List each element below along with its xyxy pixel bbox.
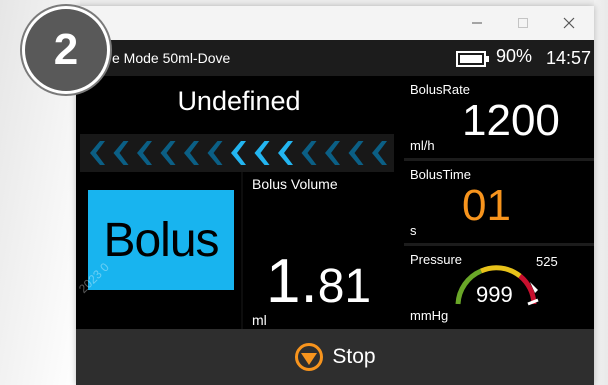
bolus-time-tile[interactable]: BolusTime 01 s — [404, 161, 594, 243]
action-bar: Stop — [76, 329, 594, 385]
maximize-button[interactable] — [500, 6, 546, 40]
flow-animation — [80, 134, 394, 172]
chevron-strip — [90, 141, 387, 165]
clock: 14:57 — [546, 48, 592, 68]
stop-icon — [295, 343, 324, 371]
bolus-volume-dec: 81 — [317, 260, 372, 313]
stop-label: Stop — [332, 345, 376, 368]
bolus-time-value: 01 — [462, 181, 511, 230]
chevron-left-icon — [231, 141, 246, 165]
chevron-left-icon — [301, 141, 317, 165]
bolus-label: Bolus — [103, 213, 219, 267]
chevron-left-icon — [325, 141, 340, 165]
bolus-rate-tile[interactable]: BolusRate 1200 ml/h — [404, 76, 594, 158]
chevron-left-icon — [207, 141, 223, 165]
bolus-time-title: BolusTime — [410, 167, 471, 182]
bolus-volume-title: Bolus Volume — [252, 176, 338, 192]
chevron-left-icon — [348, 141, 364, 165]
bolus-rate-unit: ml/h — [410, 138, 435, 153]
stop-button[interactable]: Stop — [274, 329, 395, 385]
chevron-left-icon — [137, 141, 152, 165]
bolus-volume-value: 1.81 — [266, 246, 371, 317]
chevron-left-icon — [254, 141, 270, 165]
pressure-max: 525 — [536, 254, 558, 269]
chevron-left-icon — [160, 141, 176, 165]
bolus-volume-int: 1. — [266, 247, 318, 316]
maximize-icon — [518, 18, 528, 28]
pressure-unit: mmHg — [410, 308, 449, 323]
bolus-rate-title: BolusRate — [410, 82, 470, 97]
parameter-tiles: BolusRate 1200 ml/h BolusTime 01 s Press… — [404, 76, 594, 329]
bolus-mode-box: Bolus — [88, 190, 234, 290]
bolus-rate-value: 1200 — [462, 96, 560, 145]
chevron-left-icon — [278, 141, 293, 165]
bolus-volume-unit: ml — [252, 312, 267, 328]
bolus-panel: Undefined Bolus Bolus Volume 1.81 ml 202… — [76, 76, 402, 329]
page-background-right — [594, 0, 608, 385]
title-bar — [76, 6, 594, 40]
chevron-left-icon — [113, 141, 129, 165]
mode-title: Undefined — [177, 86, 301, 116]
minimize-icon — [472, 22, 482, 24]
pressure-value: 999 — [476, 282, 513, 307]
battery-icon — [456, 51, 489, 67]
chevron-left-icon — [372, 141, 387, 165]
close-icon — [563, 17, 575, 29]
step-number: 2 — [53, 25, 79, 74]
divider — [241, 172, 243, 329]
close-button[interactable] — [546, 6, 592, 40]
step-number-badge: 2 — [22, 6, 110, 94]
minimize-button[interactable] — [454, 6, 500, 40]
pressure-tile[interactable]: Pressure 525 999 mmHg — [404, 246, 594, 329]
device-screen: e Mode 50ml-Dove 90% 14:57 Undefined Bol… — [76, 40, 594, 385]
bolus-time-unit: s — [410, 223, 417, 238]
chevron-left-icon — [184, 141, 199, 165]
status-bar: e Mode 50ml-Dove 90% 14:57 — [76, 40, 594, 76]
mode-label: e Mode 50ml-Dove — [112, 50, 231, 66]
app-window: e Mode 50ml-Dove 90% 14:57 Undefined Bol… — [76, 6, 594, 385]
chevron-left-icon — [90, 141, 105, 165]
battery-percentage: 90% — [496, 46, 533, 66]
